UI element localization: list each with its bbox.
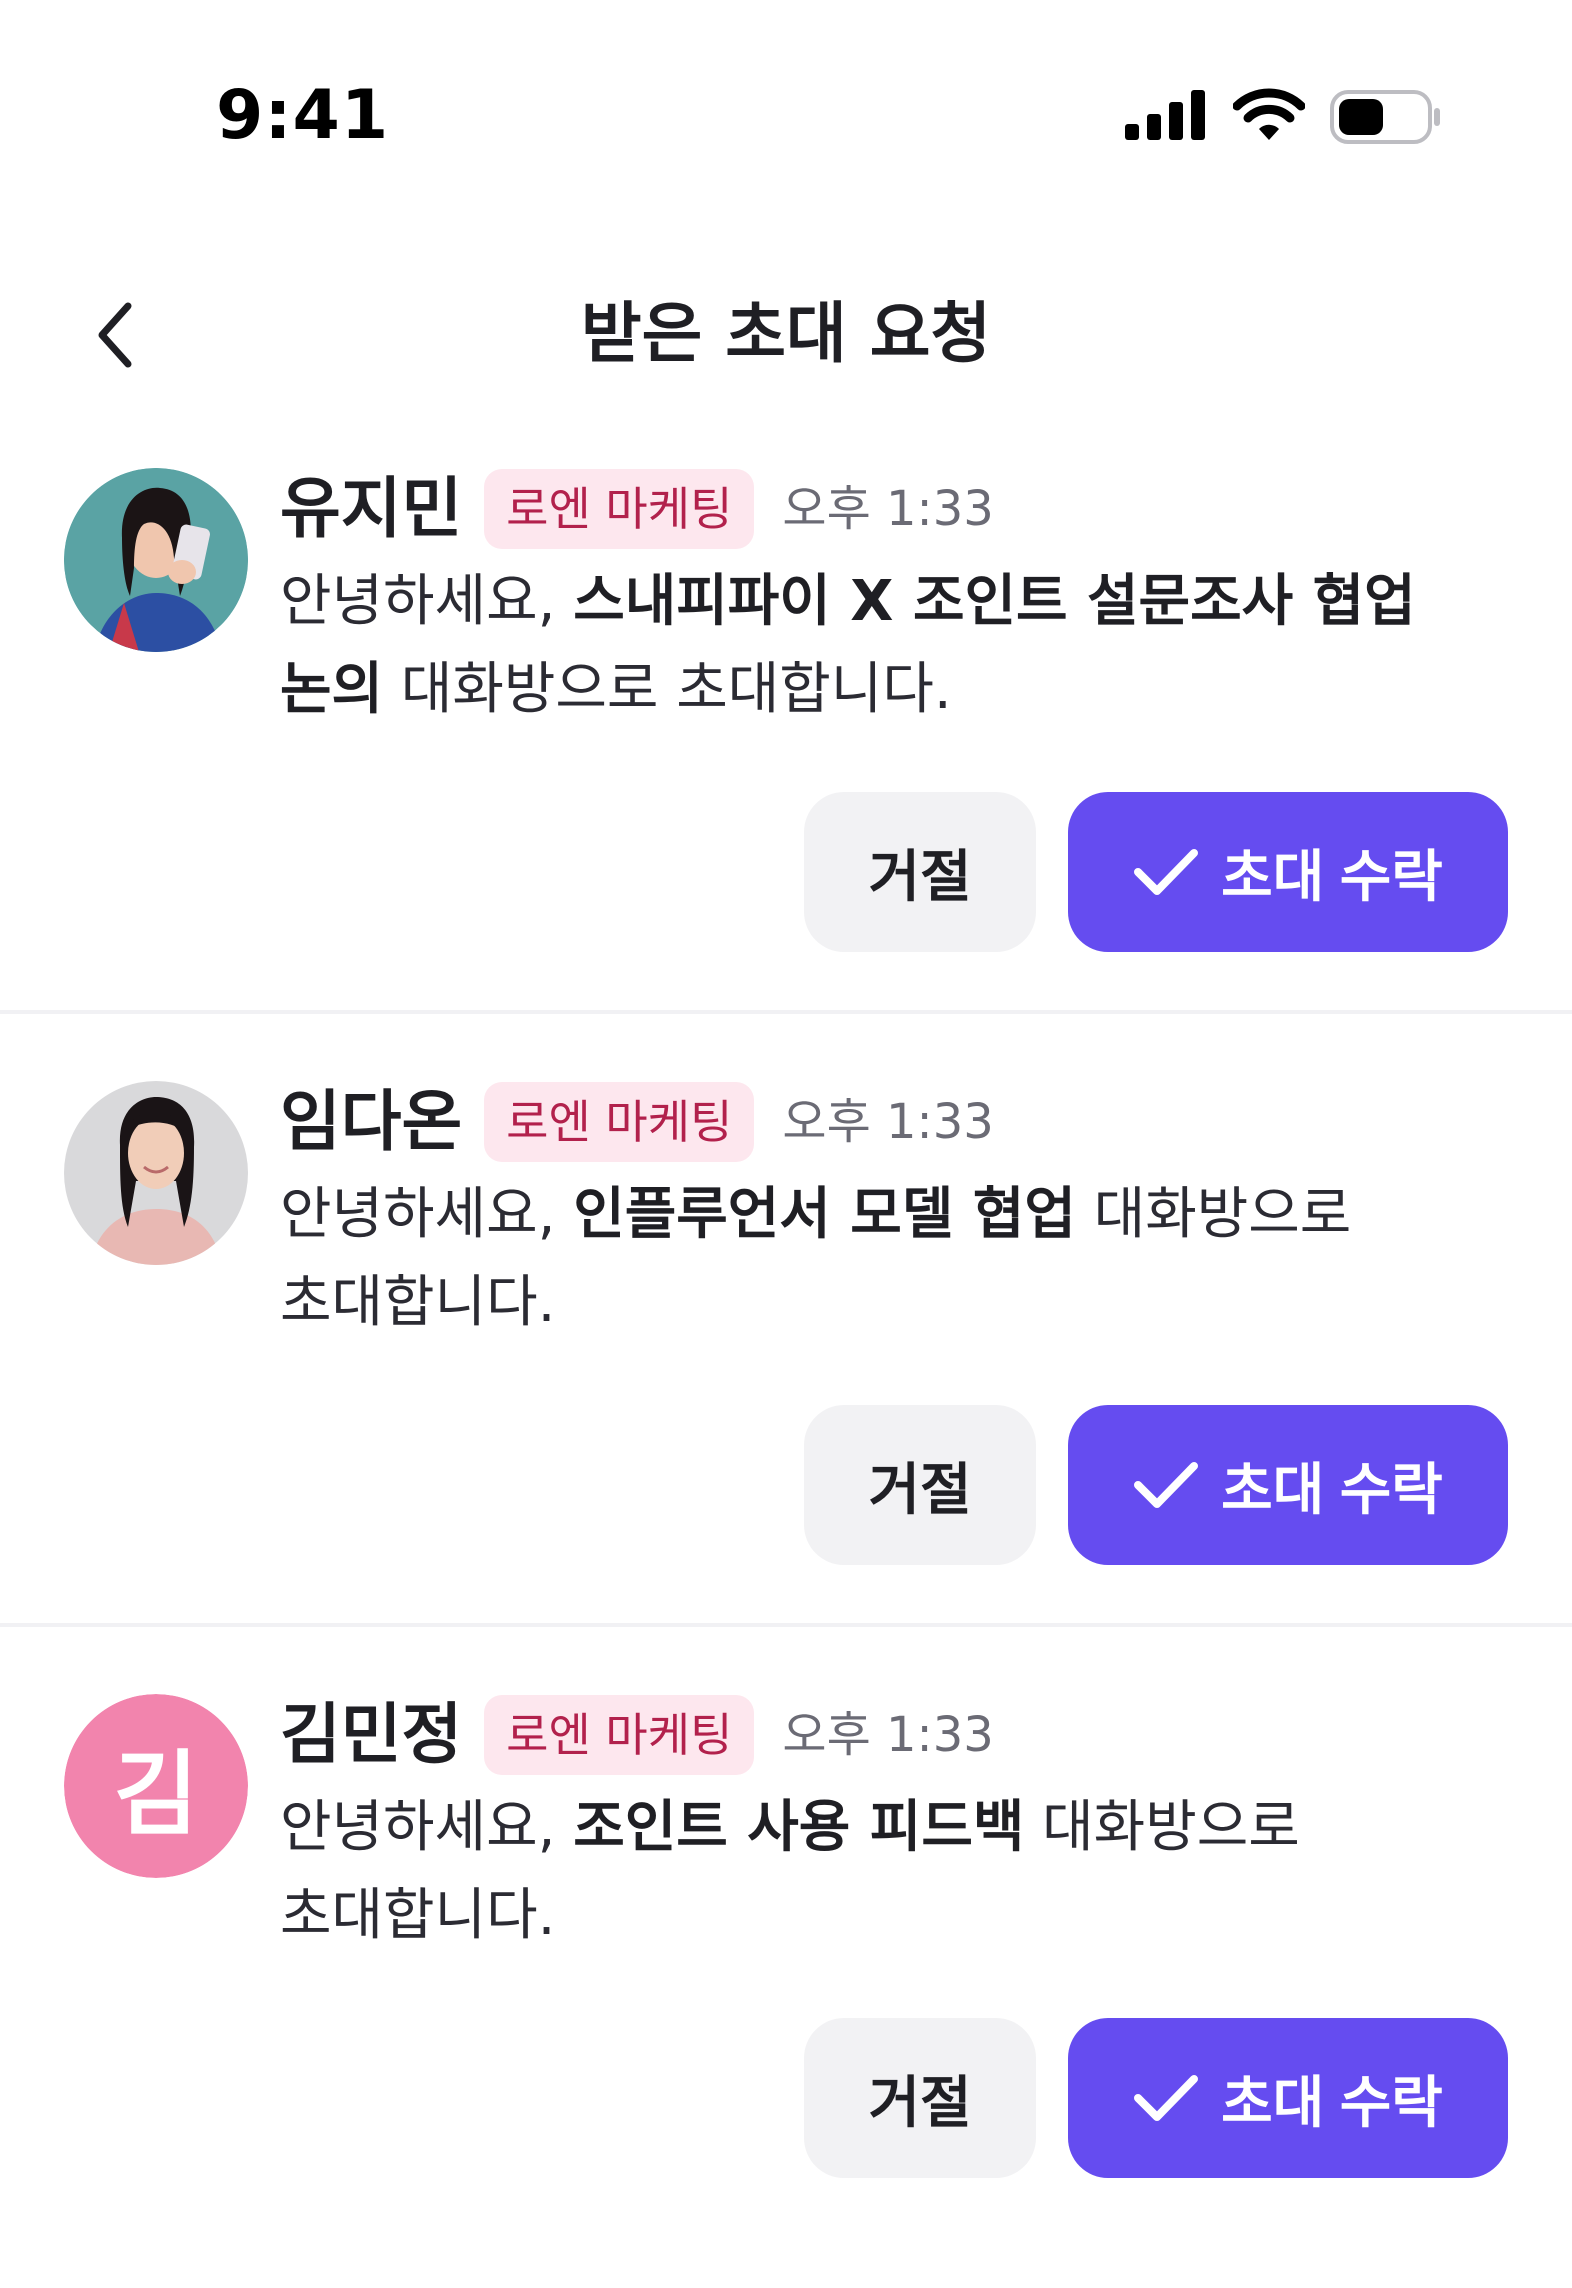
accept-button[interactable]: 초대 수락 — [1068, 1405, 1508, 1565]
invite-message: 안녕하세요, 조인트 사용 피드백 대화방으로 초대합니다. — [280, 1784, 1510, 1960]
decline-button[interactable]: 거절 — [804, 1405, 1036, 1565]
accept-label: 초대 수락 — [1221, 844, 1443, 908]
room-name: 인플루언서 모델 협업 — [573, 1182, 1076, 1247]
decline-label: 거절 — [868, 2070, 972, 2134]
message-prefix: 안녕하세요, — [280, 1795, 574, 1860]
team-badge: 로엔 마케팅 — [484, 1082, 755, 1162]
team-badge: 로엔 마케팅 — [484, 469, 755, 549]
decline-label: 거절 — [868, 1457, 972, 1521]
check-icon — [1133, 1459, 1199, 1511]
wifi-icon — [1233, 88, 1305, 140]
decline-button[interactable]: 거절 — [804, 792, 1036, 952]
avatar: 김 — [64, 1694, 248, 1878]
page-title: 받은 초대 요청 — [580, 295, 992, 372]
message-prefix: 안녕하세요, — [280, 1182, 574, 1247]
invite-item: 김 김민정 로엔 마케팅 오후 1:33 안녕하세요, 조인트 사용 피드백 대… — [0, 1626, 1572, 2238]
name-row: 김민정 로엔 마케팅 오후 1:33 — [280, 1690, 994, 1780]
avatar — [64, 468, 248, 652]
avatar-initial: 김 — [64, 1694, 248, 1878]
sender-name: 유지민 — [280, 470, 463, 547]
invite-message: 안녕하세요, 스내피파이 X 조인트 설문조사 협업 논의 대화방으로 초대합니… — [280, 558, 1510, 734]
timestamp: 오후 1:33 — [782, 481, 994, 537]
timestamp: 오후 1:33 — [782, 1094, 994, 1150]
team-badge: 로엔 마케팅 — [484, 1695, 755, 1775]
sender-name: 김민정 — [280, 1696, 463, 1773]
accept-button[interactable]: 초대 수락 — [1068, 2018, 1508, 2178]
avatar-photo — [64, 1081, 248, 1265]
name-row: 유지민 로엔 마케팅 오후 1:33 — [280, 464, 994, 554]
invite-item: 임다온 로엔 마케팅 오후 1:33 안녕하세요, 인플루언서 모델 협업 대화… — [0, 1013, 1572, 1625]
message-suffix: 대화방으로 초대합니다. — [383, 657, 952, 722]
battery-icon — [1330, 90, 1440, 144]
timestamp: 오후 1:33 — [782, 1707, 994, 1763]
name-row: 임다온 로엔 마케팅 오후 1:33 — [280, 1077, 994, 1167]
check-icon — [1133, 2072, 1199, 2124]
accept-button[interactable]: 초대 수락 — [1068, 792, 1508, 952]
check-icon — [1133, 846, 1199, 898]
accept-label: 초대 수락 — [1221, 1457, 1443, 1521]
avatar — [64, 1081, 248, 1265]
avatar-photo — [64, 468, 248, 652]
room-name: 조인트 사용 피드백 — [573, 1795, 1025, 1860]
header: 받은 초대 요청 — [0, 270, 1572, 400]
accept-label: 초대 수락 — [1221, 2070, 1443, 2134]
signal-icon — [1125, 90, 1205, 140]
decline-button[interactable]: 거절 — [804, 2018, 1036, 2178]
invite-item: 유지민 로엔 마케팅 오후 1:33 안녕하세요, 스내피파이 X 조인트 설문… — [0, 400, 1572, 1012]
status-icons — [1125, 88, 1445, 146]
invite-message: 안녕하세요, 인플루언서 모델 협업 대화방으로 초대합니다. — [280, 1171, 1510, 1347]
decline-label: 거절 — [868, 844, 972, 908]
status-time: 9:41 — [216, 76, 390, 155]
status-bar: 9:41 — [0, 0, 1572, 200]
sender-name: 임다온 — [280, 1083, 463, 1160]
message-prefix: 안녕하세요, — [280, 569, 574, 634]
